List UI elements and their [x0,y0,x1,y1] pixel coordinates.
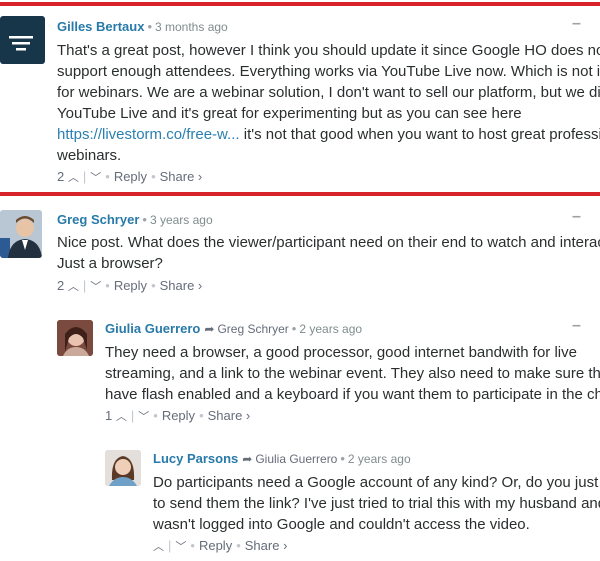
avatar[interactable] [0,16,45,64]
author-name[interactable]: Lucy Parsons [153,451,238,466]
comment-body: Nice post. What does the viewer/particip… [57,232,600,274]
chevron-down-icon[interactable]: ﹀ [90,169,101,185]
chevron-down-icon[interactable]: ﹀ [138,408,149,424]
chevron-down-icon[interactable]: ﹀ [90,278,101,294]
timestamp[interactable]: 2 years ago [348,452,411,466]
comment-footer: 2 ︿ | ﹀ • Reply • Share › [57,169,203,185]
share-button[interactable]: Share › [245,538,288,553]
comment-footer: 1 ︿ | ﹀ • Reply • Share › [105,408,251,424]
comment-header: Greg Schryer • 3 years ago [57,212,213,227]
user-photo-icon [57,320,93,356]
comment-line: wasn't logged into Google and couldn't a… [153,516,530,533]
chevron-up-icon[interactable]: ︿ [116,408,127,424]
highlight-border-bottom [0,192,600,196]
comment-line: to send them the link? I've just tried t… [153,495,600,512]
chevron-up-icon[interactable]: ︿ [68,169,79,185]
comment-line: for webinars. We are a webinar solution,… [57,84,600,101]
comment-link[interactable]: https://livestorm.co/free-w... [57,126,240,143]
comment-line: Do participants need a Google account of… [153,474,600,491]
upvote-count: 2 [57,169,65,184]
chevron-down-icon[interactable]: ﹀ [175,538,186,554]
comment-body: That's a great post, however I think you… [57,40,600,166]
avatar[interactable] [57,320,93,356]
comment-line: YouTube Live and it's great for experime… [57,105,522,122]
upvote-count: 2 [57,278,65,293]
avatar[interactable] [105,450,141,486]
comment-body: Do participants need a Google account of… [153,472,600,535]
timestamp[interactable]: 3 months ago [155,20,228,34]
reply-button[interactable]: Reply [114,169,147,184]
chevron-up-icon[interactable]: ︿ [68,278,79,294]
comment-line: https://livestorm.co/free-w... it's not … [57,124,600,145]
reply-button[interactable]: Reply [114,278,147,293]
share-button[interactable]: Share › [160,169,203,184]
reply-button[interactable]: Reply [162,408,195,423]
reply-to-name[interactable]: Giulia Guerrero [255,452,337,466]
comment-footer: 2 ︿ | ﹀ • Reply • Share › [57,278,203,294]
comment-line: They need a browser, a good processor, g… [105,344,577,361]
comment-header: Lucy Parsons ➦ Giulia Guerrero • 2 years ago [153,451,411,466]
share-button[interactable]: Share › [160,278,203,293]
upvote-count: 1 [105,408,113,423]
comment-body: They need a browser, a good processor, g… [105,342,600,405]
avatar[interactable] [0,210,42,258]
comment-line-text: it's not that good when you want to host… [243,126,600,143]
comment-line: webinars. [57,147,122,164]
minus-icon[interactable]: – [572,208,581,226]
minus-icon[interactable]: – [572,317,581,335]
comment-line: have flash enabled and a keyboard if you… [105,386,600,403]
reply-arrow-icon: ➦ [204,322,215,336]
filter-logo-icon [9,36,33,51]
comment-line: streaming, and a link to the webinar eve… [105,365,600,382]
author-name[interactable]: Gilles Bertaux [57,19,144,34]
timestamp[interactable]: 3 years ago [150,213,213,227]
highlight-border-top [0,2,600,6]
comment-line: That's a great post, however I think you… [57,42,600,59]
reply-arrow-icon: ➦ [242,452,253,466]
comment-line: Nice post. What does the viewer/particip… [57,234,600,251]
comment-header: Gilles Bertaux • 3 months ago [57,19,228,34]
comment-footer: ︿ | ﹀ • Reply • Share › [153,538,288,554]
author-name[interactable]: Greg Schryer [57,212,139,227]
reply-button[interactable]: Reply [199,538,232,553]
share-button[interactable]: Share › [208,408,251,423]
comment-line: support enough attendees. Everything wor… [57,63,600,80]
reply-to-name[interactable]: Greg Schryer [217,322,288,336]
user-photo-icon [105,450,141,486]
minus-icon[interactable]: – [572,15,581,33]
chevron-up-icon[interactable]: ︿ [153,538,164,554]
user-photo-icon [0,210,42,258]
comment-header: Giulia Guerrero ➦ Greg Schryer • 2 years ago [105,321,363,336]
timestamp[interactable]: 2 years ago [299,322,362,336]
author-name[interactable]: Giulia Guerrero [105,321,200,336]
comment-line: Just a browser? [57,255,163,272]
